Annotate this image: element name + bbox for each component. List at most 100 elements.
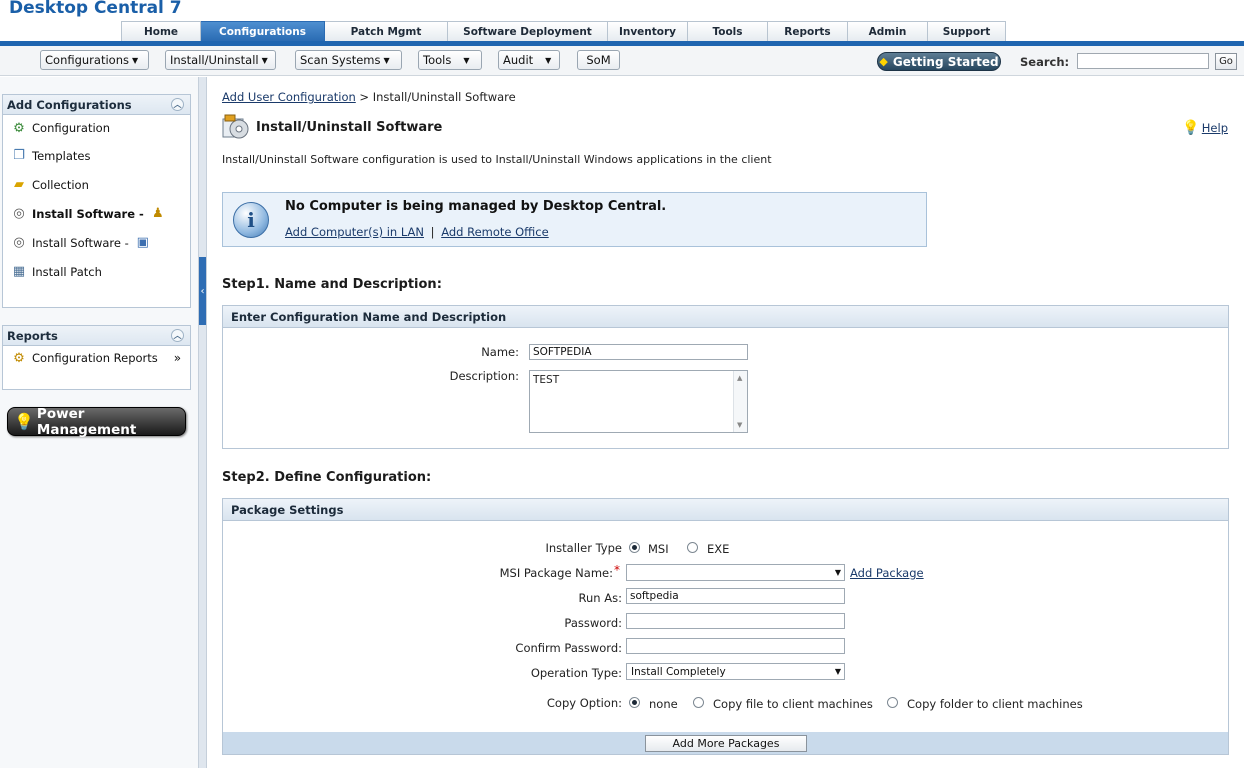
sidebar-item-collection[interactable]: ▰ Collection xyxy=(3,170,190,199)
power-management-button[interactable]: 💡 Power Management xyxy=(7,405,186,438)
password-input[interactable] xyxy=(626,613,845,629)
operation-type-value: Install Completely xyxy=(631,665,726,678)
help-link[interactable]: 💡 Help xyxy=(1182,120,1228,136)
sidebar-item-install-software-user[interactable]: ◎ Install Software - ♟ xyxy=(3,199,190,228)
add-more-packages-button[interactable]: Add More Packages xyxy=(645,735,807,752)
scroll-up-icon[interactable]: ▲ xyxy=(737,374,742,382)
install-uninstall-menu[interactable]: Install/Uninstall ▼ xyxy=(165,50,276,70)
sidebar-item-install-patch[interactable]: ▦ Install Patch xyxy=(3,257,190,286)
step1-title: Step1. Name and Description: xyxy=(222,277,442,292)
help-label: Help xyxy=(1201,121,1228,135)
description-text: TEST xyxy=(533,374,560,386)
app-title: Desktop Central 7 xyxy=(9,0,182,18)
sidebar-item-label: Collection xyxy=(32,177,89,192)
add-configurations-panel: Add Configurations ︿ ⚙ Configuration ❐ T… xyxy=(2,94,191,308)
copy-none-label: none xyxy=(649,697,678,711)
run-as-input[interactable]: softpedia xyxy=(626,588,845,604)
add-remote-office-link[interactable]: Add Remote Office xyxy=(441,225,549,239)
lightbulb-icon: 💡 xyxy=(14,412,34,431)
sidebar-item-label: Configuration Reports xyxy=(32,351,158,365)
collapse-sidebar-handle[interactable]: ‹ xyxy=(199,257,206,325)
password-label: Password: xyxy=(564,616,622,630)
package-footer-bar: Add More Packages xyxy=(223,732,1228,754)
breadcrumb-current: Install/Uninstall Software xyxy=(372,90,516,104)
sidebar-splitter[interactable]: ‹ xyxy=(198,77,207,768)
collapse-icon[interactable]: ︿ xyxy=(171,98,184,111)
name-description-section-header: Enter Configuration Name and Description xyxy=(223,306,1228,328)
tab-reports[interactable]: Reports xyxy=(768,21,848,41)
toolbar: Configurations ▼ Install/Uninstall ▼ Scan … xyxy=(0,46,1244,76)
tools-menu[interactable]: Tools ▼ xyxy=(418,50,482,70)
info-title: No Computer is being managed by Desktop … xyxy=(285,199,667,214)
power-management-label: Power Management xyxy=(36,405,137,438)
installer-msi-radio[interactable] xyxy=(629,542,640,553)
textarea-scrollbar[interactable]: ▲ ▼ xyxy=(733,371,747,432)
tab-patch-mgmt[interactable]: Patch Mgmt xyxy=(325,21,448,41)
msi-package-select[interactable]: ▼ xyxy=(626,564,845,581)
page-title: Install/Uninstall Software xyxy=(256,120,443,135)
chevron-down-icon: ▼ xyxy=(261,55,268,65)
sidebar-item-templates[interactable]: ❐ Templates xyxy=(3,141,190,170)
add-package-link[interactable]: Add Package xyxy=(850,566,924,580)
audit-menu[interactable]: Audit ▼ xyxy=(498,50,560,70)
configurations-menu[interactable]: Configurations ▼ xyxy=(40,50,149,70)
installer-exe-label: EXE xyxy=(707,542,730,556)
collection-icon: ▰ xyxy=(14,177,24,192)
patch-icon: ▦ xyxy=(12,264,26,279)
copy-file-radio[interactable] xyxy=(693,697,704,708)
gear-add-icon: ⚙ xyxy=(13,120,25,136)
chevron-down-icon: ▼ xyxy=(463,55,470,65)
description-textarea[interactable]: TEST ▲ ▼ xyxy=(529,370,748,433)
tab-inventory[interactable]: Inventory xyxy=(608,21,688,41)
tab-home[interactable]: Home xyxy=(121,21,201,41)
sidebar-item-configuration[interactable]: ⚙ Configuration xyxy=(3,115,190,141)
copy-folder-radio[interactable] xyxy=(887,697,898,708)
tab-support[interactable]: Support xyxy=(928,21,1006,41)
name-input[interactable]: SOFTPEDIA xyxy=(529,344,748,360)
installer-exe-radio[interactable] xyxy=(687,542,698,553)
app-header: Desktop Central 7 Home Configurations Pa… xyxy=(0,0,1244,46)
scroll-down-icon[interactable]: ▼ xyxy=(737,421,742,429)
configurations-menu-label: Configurations xyxy=(45,53,129,67)
info-link-separator: | xyxy=(430,225,435,239)
reports-gear-icon: ⚙ xyxy=(13,350,25,366)
tab-tools[interactable]: Tools xyxy=(688,21,768,41)
scan-systems-menu-label: Scan Systems xyxy=(300,53,381,67)
breadcrumb-link-add-user-configuration[interactable]: Add User Configuration xyxy=(222,90,356,104)
sidebar-item-install-software-computer[interactable]: ◎ Install Software - ▣ xyxy=(3,228,190,257)
tab-software-deployment[interactable]: Software Deployment xyxy=(448,21,608,41)
copy-none-radio[interactable] xyxy=(629,697,640,708)
page-description: Install/Uninstall Software configuration… xyxy=(222,153,772,166)
installer-type-label: Installer Type xyxy=(545,541,623,555)
run-as-label: Run As: xyxy=(578,591,622,605)
package-settings-section-header: Package Settings xyxy=(223,499,1228,521)
breadcrumb-separator: > xyxy=(355,90,373,104)
copy-folder-label: Copy folder to client machines xyxy=(907,697,1083,711)
collapse-icon[interactable]: ︿ xyxy=(171,329,184,342)
info-message-box: i No Computer is being managed by Deskto… xyxy=(222,192,927,247)
sidebar-item-configuration-reports[interactable]: ⚙ Configuration Reports » xyxy=(3,346,190,370)
add-computers-lan-link[interactable]: Add Computer(s) in LAN xyxy=(285,225,424,239)
tab-configurations[interactable]: Configurations xyxy=(201,21,325,41)
getting-started-label: Getting Started xyxy=(892,54,999,69)
getting-started-button[interactable]: ◆ Getting Started xyxy=(877,52,1001,71)
audit-menu-label: Audit xyxy=(503,53,534,67)
sidebar-item-label: Templates xyxy=(32,148,91,163)
search-input[interactable] xyxy=(1077,53,1209,69)
confirm-password-input[interactable] xyxy=(626,638,845,654)
sidebar-item-label: Install Software - xyxy=(32,235,129,250)
add-configurations-header: Add Configurations ︿ xyxy=(3,95,190,115)
som-button-label: SoM xyxy=(586,53,611,67)
description-label: Description: xyxy=(449,369,519,383)
diamond-icon: ◆ xyxy=(879,55,888,68)
operation-type-select[interactable]: Install Completely ▼ xyxy=(626,663,845,680)
go-button[interactable]: Go xyxy=(1215,53,1237,70)
sidebar-item-label: Install Patch xyxy=(32,264,102,279)
scan-systems-menu[interactable]: Scan Systems ▼ xyxy=(295,50,402,70)
tab-admin[interactable]: Admin xyxy=(848,21,928,41)
package-settings-section: Package Settings Installer Type MSI EXE … xyxy=(222,498,1229,755)
operation-type-label: Operation Type: xyxy=(530,666,622,680)
chevron-down-icon: ▼ xyxy=(545,55,552,65)
som-button[interactable]: SoM xyxy=(577,50,620,70)
double-chevron-right-icon: » xyxy=(173,351,182,365)
